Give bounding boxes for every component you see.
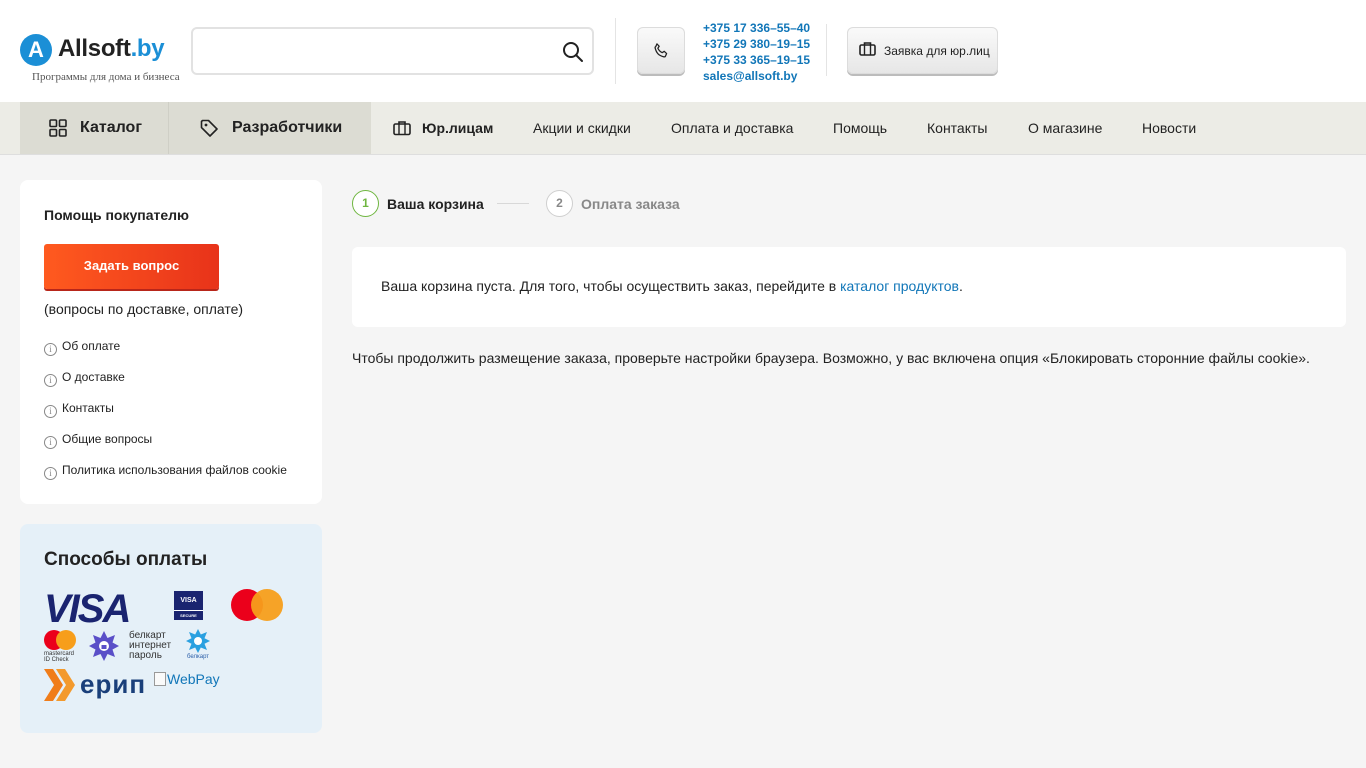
logo-tagline: Программы для дома и бизнеса (32, 71, 180, 83)
broken-image-icon (154, 672, 166, 686)
step-label: Ваша корзина (387, 196, 484, 212)
nav-promotions[interactable]: Акции и скидки (533, 102, 631, 154)
payment-methods-title: Способы оплаты (44, 549, 208, 570)
logo-text: Allsoft.by (58, 35, 165, 62)
help-link-delivery[interactable]: iО доставке (44, 370, 125, 387)
nav-payment-delivery[interactable]: Оплата и доставка (671, 102, 793, 154)
mastercard-logo (231, 589, 283, 621)
corp-request-label: Заявка для юр.лиц (884, 44, 990, 58)
email-link[interactable]: sales@allsoft.by (703, 68, 810, 84)
header-contacts: +375 17 336–55–40 +375 29 380–19–15 +375… (703, 20, 810, 84)
visa-secure-logo: VISA SECURE (174, 591, 203, 620)
mastercard-idcheck-logo: mastercard ID Check (44, 630, 76, 663)
erip-logo: ерип (44, 669, 145, 701)
search-box (191, 27, 594, 75)
tag-icon (200, 119, 218, 137)
empty-cart-message: Ваша корзина пуста. Для того, чтобы осущ… (381, 278, 963, 294)
phone-link[interactable]: +375 29 380–19–15 (703, 36, 810, 52)
empty-cart-card: Ваша корзина пуста. Для того, чтобы осущ… (352, 247, 1346, 327)
visa-logo: VISA (44, 587, 131, 631)
belkart-star-icon (186, 629, 210, 653)
belkart-internet-password-logo: белкарт интернет пароль (88, 630, 178, 662)
phone-icon (654, 43, 668, 58)
nav-developers[interactable]: Разработчики (168, 102, 371, 154)
call-button[interactable] (637, 27, 685, 74)
webpay-logo: WebPay (154, 671, 220, 687)
corp-request-button[interactable]: Заявка для юр.лиц (847, 27, 998, 74)
help-title: Помощь покупателю (44, 207, 189, 223)
info-icon: i (44, 405, 57, 418)
catalog-link[interactable]: каталог продуктов (840, 278, 959, 294)
info-icon: i (44, 374, 57, 387)
site-header: A Allsoft.by Программы для дома и бизнес… (0, 0, 1366, 102)
nav-news[interactable]: Новости (1142, 102, 1196, 154)
help-link-payment[interactable]: i Об оплате (44, 339, 120, 356)
info-icon: i (44, 467, 57, 480)
grid-icon (49, 119, 67, 137)
logo-icon: A (20, 34, 52, 66)
info-icon: i (44, 343, 57, 356)
checkout-step-cart: 1 Ваша корзина (352, 190, 492, 217)
header-divider (615, 18, 616, 84)
header-divider (826, 24, 827, 76)
phone-link[interactable]: +375 17 336–55–40 (703, 20, 810, 36)
step-number: 1 (352, 190, 379, 217)
nav-about[interactable]: О магазине (1028, 102, 1102, 154)
help-link-faq[interactable]: i Общие вопросы (44, 432, 152, 449)
nav-developers-label: Разработчики (232, 119, 343, 136)
step-number: 2 (546, 190, 573, 217)
nav-help[interactable]: Помощь (833, 102, 887, 154)
checkout-step-payment: 2 Оплата заказа (546, 190, 686, 217)
help-link-contacts[interactable]: i Контакты (44, 401, 114, 418)
payment-methods-card: Способы оплаты VISA VISA SECURE mastercar… (20, 524, 322, 733)
nav-catalog-label: Каталог (80, 119, 142, 136)
cookie-notice: Чтобы продолжить размещение заказа, пров… (352, 350, 1310, 366)
erip-chevron-icon (44, 669, 75, 701)
belkart-logo: белкарт (183, 628, 213, 662)
ask-question-button[interactable]: Задать вопрос (44, 244, 219, 289)
site-logo[interactable]: A Allsoft.by Программы для дома и бизнес… (20, 33, 180, 85)
phone-link[interactable]: +375 33 365–19–15 (703, 52, 810, 68)
help-card: Помощь покупателю Задать вопрос (вопросы… (20, 180, 322, 504)
search-input[interactable] (203, 39, 543, 63)
step-label: Оплата заказа (581, 196, 680, 212)
main-nav: Каталог Разработчики Юр.лицам Акции и ск… (0, 102, 1366, 155)
belkart-star-icon (89, 631, 119, 661)
search-icon[interactable] (562, 41, 584, 63)
help-link-cookie-policy[interactable]: i Политика использования файлов cookie (44, 463, 287, 480)
nav-catalog[interactable]: Каталог (20, 102, 168, 154)
briefcase-icon (393, 121, 411, 136)
help-note: (вопросы по доставке, оплате) (44, 301, 244, 317)
briefcase-icon (859, 42, 876, 56)
info-icon: i (44, 436, 57, 449)
nav-contacts[interactable]: Контакты (927, 102, 987, 154)
steps-connector (497, 203, 529, 204)
nav-legal[interactable]: Юр.лицам (422, 102, 493, 154)
